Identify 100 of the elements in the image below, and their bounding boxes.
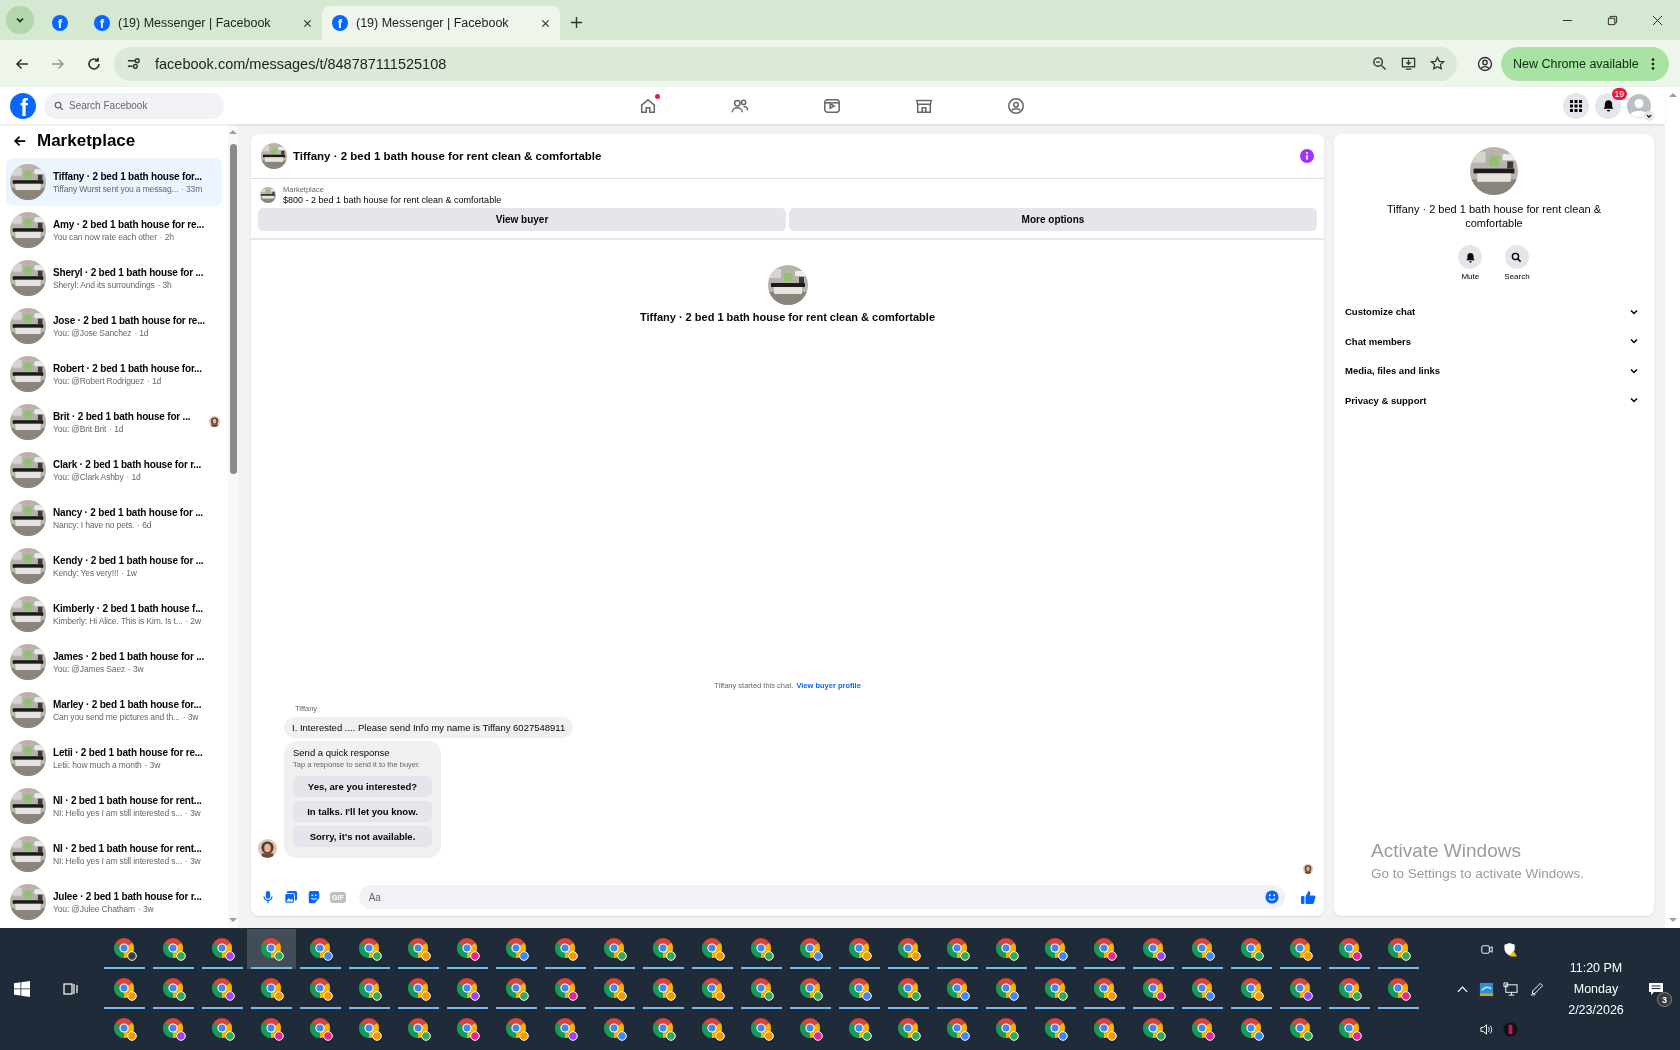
message-preview: Kendy: Yes very!!! [53, 567, 119, 578]
graphics-app-icon[interactable] [1478, 981, 1494, 997]
mute-button[interactable] [1458, 245, 1483, 269]
accordion-row[interactable]: Media, files and links [1345, 356, 1643, 386]
info-icon[interactable] [1300, 149, 1314, 163]
tab-title: (19) Messenger | Facebook [356, 16, 510, 30]
zoom-icon[interactable] [1372, 56, 1387, 71]
back-arrow-icon[interactable] [13, 134, 27, 148]
quick-response-button[interactable]: Sorry, it's not available. [293, 826, 432, 847]
task-view-icon[interactable] [63, 981, 79, 997]
conversation-item[interactable]: Amy · 2 bed 1 bath house for re... You can now rate each other · 2h [6, 206, 222, 254]
browser-tab[interactable]: f (19) Messenger | Facebook [84, 6, 322, 40]
message-preview: Nancy: I have no pets. [53, 519, 135, 530]
conversation-item[interactable]: Letii · 2 bed 1 bath house for re... Letii: how much a month · 3w [6, 734, 222, 782]
message-preview: Tiffany Wurst sent you a messag... [53, 183, 179, 194]
address-bar[interactable]: facebook.com/messages/t/848787111525108 [114, 46, 1457, 81]
menu-icon[interactable] [1650, 56, 1655, 71]
scroll-up-icon[interactable] [1668, 92, 1677, 98]
conversation-item[interactable]: Brit · 2 bed 1 bath house for ... You: @Brit Brit · 1d [6, 398, 222, 446]
conversation-title: Kimberly · 2 bed 1 bath house f... [53, 602, 203, 614]
search-button[interactable] [1505, 245, 1529, 269]
conversation-item[interactable]: NI · 2 bed 1 bath house for rent... NI: Hello yes I am still interested s... · 3w [6, 830, 222, 878]
conversation-item[interactable]: NI · 2 bed 1 bath house for rent... NI: Hello yes I am still interested s... · 3w [6, 782, 222, 830]
conversation-item[interactable]: Kimberly · 2 bed 1 bath house f... Kimberly: Hi Alice. This is Kim. Is t... · 2w [6, 590, 222, 638]
browser-tab[interactable]: f (19) Messenger | Facebook [322, 6, 560, 40]
message-time: · 3w [144, 759, 161, 770]
close-icon[interactable] [1652, 15, 1663, 26]
message-time: · 2h [159, 231, 174, 242]
accordion-row[interactable]: Chat members [1345, 326, 1643, 356]
action-center-icon[interactable] [1648, 981, 1664, 997]
clock[interactable]: 11:20 PM Monday 2/23/2026 [1556, 928, 1636, 1050]
activation-text: Go to Settings to activate Windows. [1371, 866, 1585, 881]
conversation-item[interactable]: Robert · 2 bed 1 bath house for... You: @Robert Rodriguez · 1d [6, 350, 222, 398]
menu-button[interactable] [1563, 92, 1589, 119]
groups-icon[interactable] [1007, 96, 1025, 115]
conversation-item[interactable]: Julee · 2 bed 1 bath house for r... You: @Julee Chatham · 3w [6, 878, 222, 926]
emoji-icon[interactable] [1265, 890, 1279, 904]
bookmark-star-icon[interactable] [1430, 56, 1445, 71]
conversation-item[interactable]: Tiffany · 2 bed 1 bath house for... Tiffany Wurst sent you a messag... · 33m [6, 158, 222, 206]
accordion-row[interactable]: Privacy & support [1345, 385, 1643, 415]
listing-action-button[interactable]: View buyer [258, 208, 786, 231]
pen-icon[interactable] [1528, 981, 1544, 997]
close-icon[interactable] [303, 18, 312, 28]
sidebar-title: Marketplace [37, 131, 136, 151]
scroll-down-icon[interactable] [1668, 917, 1677, 923]
caret-icon[interactable] [1644, 110, 1654, 121]
quick-response-button[interactable]: Yes, are you interested? [293, 776, 432, 797]
sticker-icon[interactable] [307, 890, 321, 904]
message-time: · 1w [121, 567, 137, 578]
close-icon[interactable] [541, 18, 550, 28]
message-time: · 3w [185, 807, 201, 818]
thumbs-up-icon[interactable] [1300, 889, 1316, 905]
conversation-title: Tiffany · 2 bed 1 bath house for... [53, 170, 203, 182]
message-time: · 3w [185, 855, 201, 866]
microphone-icon[interactable] [261, 890, 275, 904]
new-tab-icon[interactable] [570, 16, 583, 29]
video-icon[interactable] [823, 96, 841, 115]
taskbar-button[interactable] [247, 929, 296, 969]
quick-response-title: Send a quick response [293, 747, 390, 758]
facebook-logo[interactable]: f [10, 92, 36, 119]
scrollbar[interactable] [228, 124, 238, 928]
bell-icon [1464, 251, 1476, 263]
quick-response-button[interactable]: In talks. I'll let you know. [293, 801, 432, 822]
conversation-item[interactable]: James · 2 bed 1 bath house for ... You: @James Saez · 3w [6, 638, 222, 686]
listing-action-button[interactable]: More options [789, 208, 1317, 231]
search-field[interactable]: Search Facebook [44, 92, 224, 119]
message-time: · 1d [109, 423, 124, 434]
photo-icon[interactable] [284, 890, 298, 904]
message-preview: You can now rate each other [53, 231, 157, 242]
message-time: · 6d [137, 519, 152, 530]
conversation-item[interactable]: Nancy · 2 bed 1 bath house for ... Nancy: I have no pets. · 6d [6, 494, 222, 542]
conversation-item[interactable]: Sheryl · 2 bed 1 bath house for ... Sheryl: And its surroundings · 3h [6, 254, 222, 302]
scroll-thumb[interactable] [229, 144, 237, 474]
reload-icon[interactable] [86, 55, 102, 72]
conversation-item[interactable]: Clark · 2 bed 1 bath house for r... You: @Clark Ashby · 1d [6, 446, 222, 494]
volume-icon[interactable] [1478, 1021, 1494, 1037]
message-preview: NI: Hello yes I am still interested s... [53, 855, 183, 866]
accordion-row[interactable]: Customize chat [1345, 297, 1643, 327]
section-title: Privacy & support [1345, 394, 1427, 406]
message-bubble: I. Interested .... Please send Info my name is Tiffany 6027548911 [284, 717, 574, 738]
conversation-item[interactable]: Marley · 2 bed 1 bath house for... Can you send me pictures and th... · 3w [6, 686, 222, 734]
message-preview: You: @James Saez [53, 663, 126, 674]
network-icon[interactable] [1502, 981, 1518, 997]
profile-icon[interactable] [1477, 55, 1493, 72]
usb-drive-icon[interactable] [1502, 1021, 1518, 1037]
restore-icon[interactable] [1607, 15, 1618, 26]
clock-time: 11:20 PM [1569, 961, 1623, 975]
message-preview: Letii: how much a month [53, 759, 142, 770]
update-button[interactable]: New Chrome available [1501, 46, 1669, 81]
install-icon[interactable] [1401, 56, 1416, 71]
conversation-item[interactable]: Jose · 2 bed 1 bath house for re... You: @Jose Sanchez · 1d [6, 302, 222, 350]
site-settings-icon[interactable] [126, 56, 141, 71]
message-input[interactable]: Aa [358, 885, 1285, 909]
shield-warning-icon[interactable] [1502, 941, 1518, 957]
url-text: facebook.com/messages/t/848787111525108 [155, 55, 447, 72]
windows-start-icon[interactable] [14, 981, 30, 997]
conversation-title: Sheryl · 2 bed 1 bath house for ... [53, 266, 204, 278]
conversation-item[interactable]: Kendy · 2 bed 1 bath house for ... Kendy: Yes very!!! · 1w [6, 542, 222, 590]
home-icon[interactable] [639, 96, 657, 115]
pinned-tab[interactable]: f [42, 6, 78, 40]
